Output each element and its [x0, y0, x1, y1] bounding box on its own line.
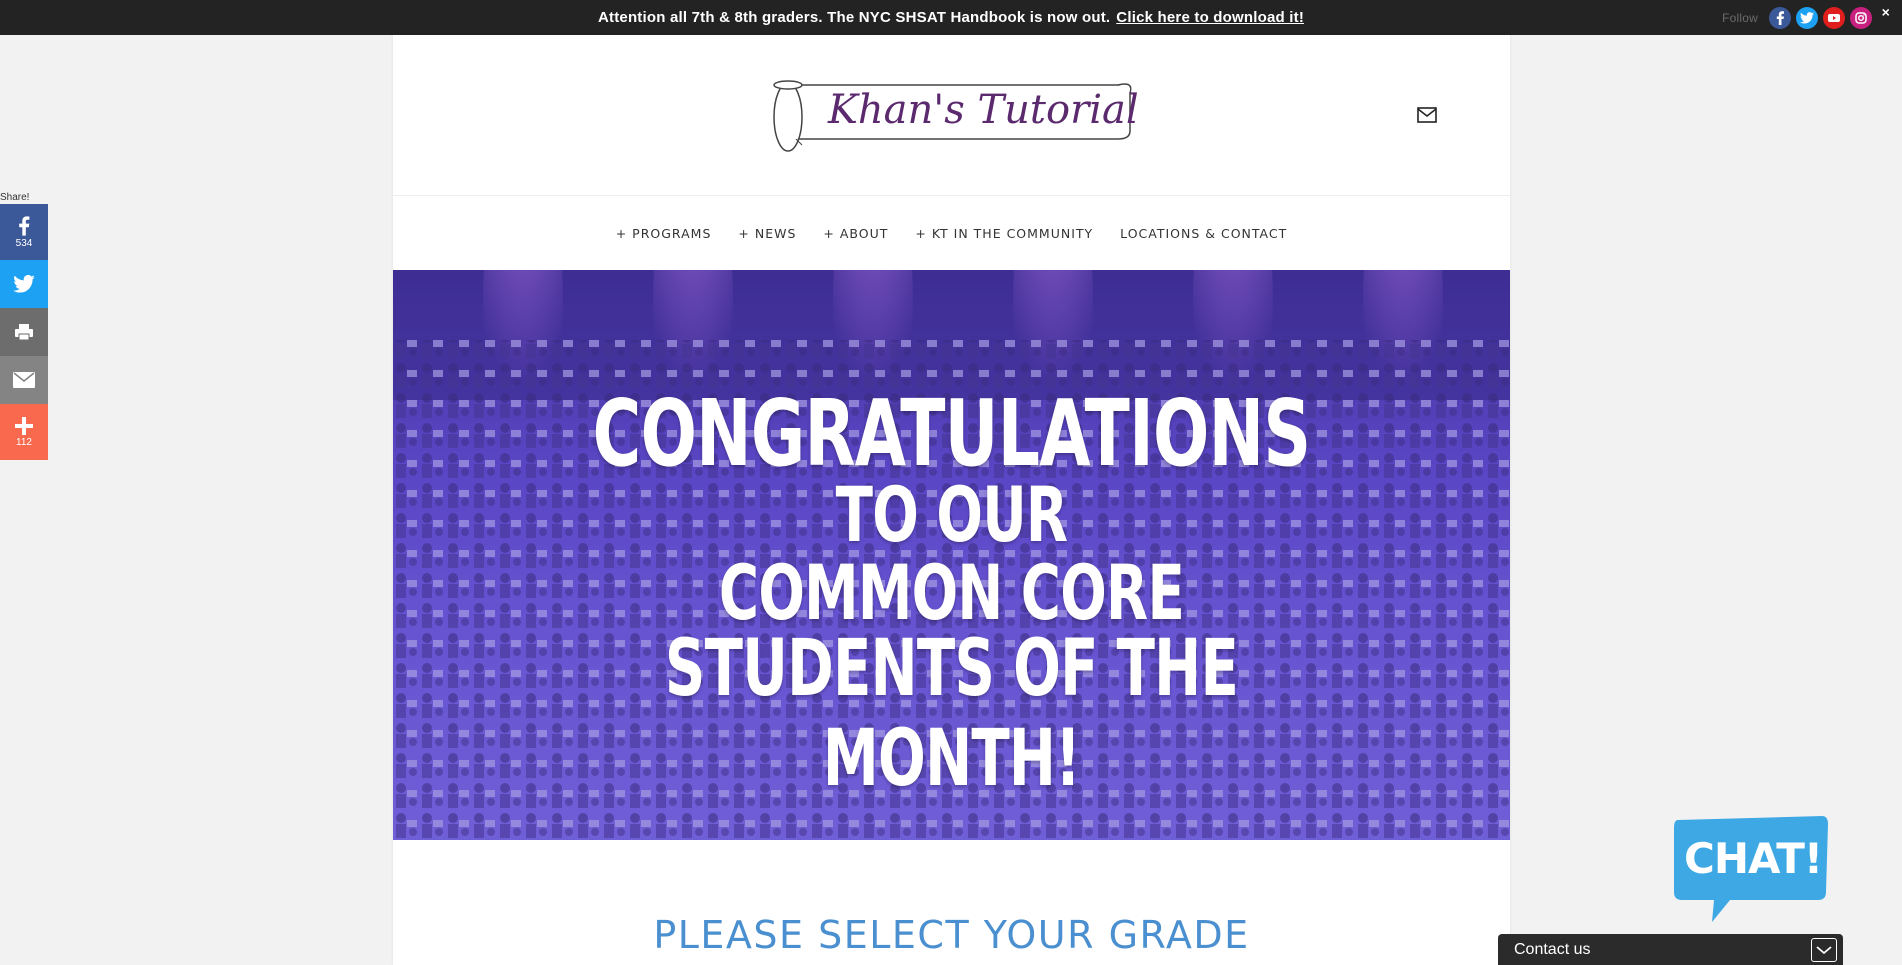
logo-text: Khan's Tutorial — [828, 87, 1139, 133]
share-label: Share! — [0, 192, 30, 203]
announcement-message: Attention all 7th & 8th graders. The NYC… — [597, 9, 1111, 26]
share-facebook-button[interactable]: 534 — [0, 204, 48, 260]
share-email-button[interactable] — [0, 356, 48, 404]
nav-community[interactable]: + KT IN THE COMMUNITY — [915, 226, 1093, 241]
nav-locations-contact[interactable]: LOCATIONS & CONTACT — [1120, 226, 1287, 241]
facebook-icon — [19, 215, 30, 236]
chevron-down-icon[interactable] — [1811, 938, 1837, 962]
twitter-icon — [13, 275, 35, 293]
follow-bar: Follow — [1722, 7, 1872, 29]
nav-about[interactable]: + ABOUT — [823, 226, 888, 241]
more-share-count: 112 — [16, 436, 32, 448]
youtube-icon[interactable] — [1823, 7, 1845, 29]
twitter-icon[interactable] — [1796, 7, 1818, 29]
site-header: Khan's Tutorial — [393, 35, 1510, 196]
email-icon — [13, 372, 35, 388]
mail-icon[interactable] — [1417, 107, 1437, 123]
nav-programs[interactable]: + PROGRAMS — [616, 226, 712, 241]
close-icon[interactable]: × — [1882, 4, 1890, 20]
hero-line-students-of-month: STUDENTS OF THE MONTH! — [664, 624, 1239, 804]
contact-us-bar[interactable]: Contact us — [1498, 934, 1843, 965]
share-sidebar: 534 112 — [0, 204, 48, 460]
follow-label: Follow — [1722, 11, 1758, 25]
facebook-share-count: 534 — [15, 237, 33, 249]
announcement-bar: Attention all 7th & 8th graders. The NYC… — [0, 0, 1902, 35]
download-handbook-link[interactable]: Click here to download it! — [1116, 9, 1304, 26]
select-grade-heading: PLEASE SELECT YOUR GRADE — [653, 913, 1250, 957]
share-more-button[interactable]: 112 — [0, 404, 48, 460]
site-logo[interactable]: Khan's Tutorial — [768, 73, 1139, 153]
instagram-icon[interactable] — [1850, 7, 1872, 29]
hero-line-to-our: TO OUR — [835, 470, 1068, 559]
share-print-button[interactable] — [0, 308, 48, 356]
main-nav: + PROGRAMS + NEWS + ABOUT + KT IN THE CO… — [393, 196, 1510, 270]
print-icon — [15, 324, 33, 341]
page-container: Khan's Tutorial + PROGRAMS + NEWS + ABOU… — [393, 35, 1510, 965]
chat-bubble-text: CHAT! — [1684, 834, 1823, 883]
plus-icon — [15, 416, 33, 435]
contact-us-label: Contact us — [1514, 940, 1591, 958]
share-twitter-button[interactable] — [0, 260, 48, 308]
chat-bubble-button[interactable]: CHAT! — [1670, 814, 1830, 924]
nav-news[interactable]: + NEWS — [738, 226, 796, 241]
hero-banner[interactable]: CONGRATULATIONS TO OUR COMMON CORE STUDE… — [393, 270, 1510, 840]
facebook-icon[interactable] — [1769, 7, 1791, 29]
